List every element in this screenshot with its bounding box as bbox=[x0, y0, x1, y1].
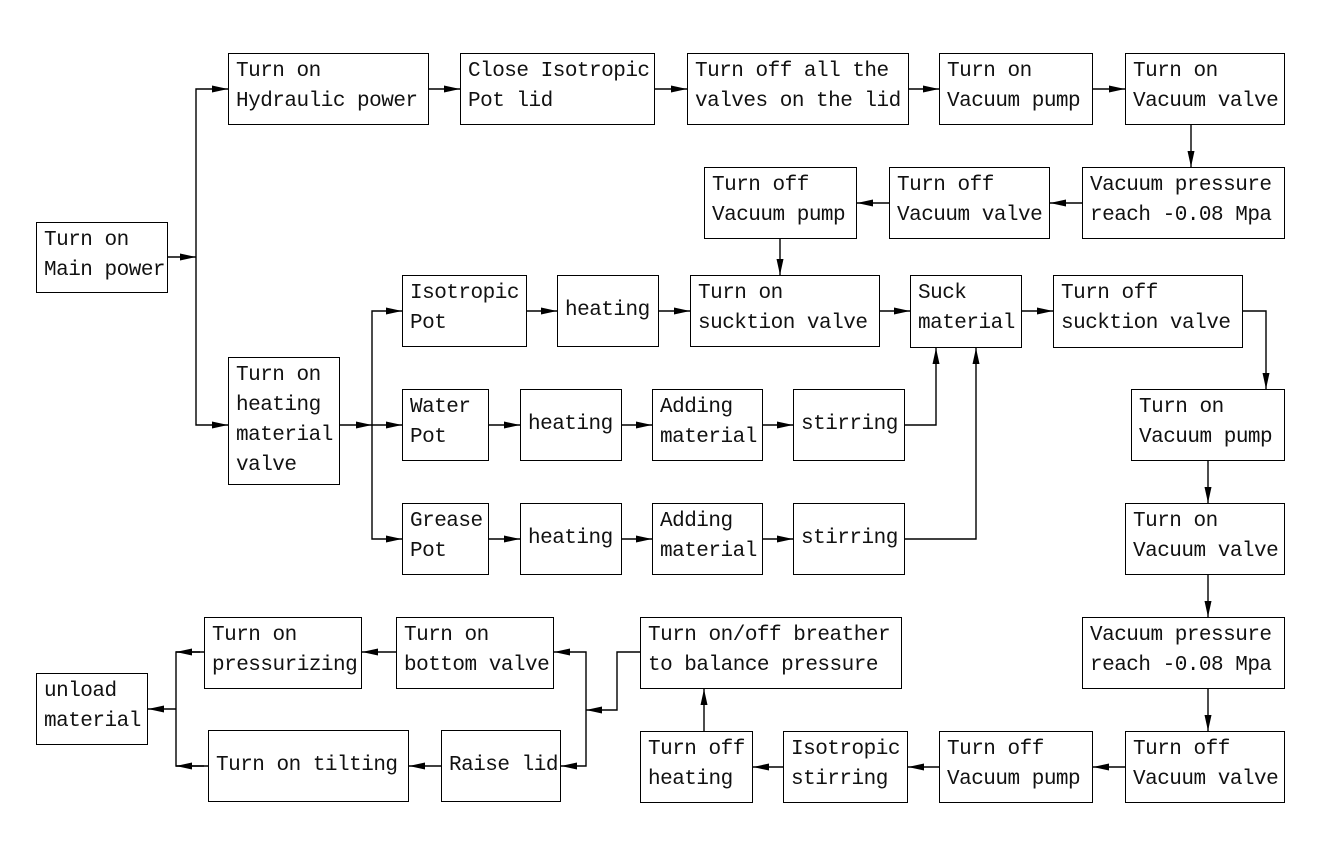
arrowhead bbox=[908, 763, 924, 771]
arrowhead bbox=[386, 535, 402, 543]
node-turn-on-main-power: Turn on Main power bbox=[36, 222, 168, 293]
edge-water-stir-suck bbox=[905, 348, 937, 426]
arrowhead bbox=[356, 421, 372, 429]
arrowhead bbox=[1262, 373, 1270, 389]
edge-to-heat-valve bbox=[195, 257, 228, 426]
node-grease-adding-material: Adding material bbox=[652, 503, 763, 575]
arrowhead bbox=[923, 85, 939, 93]
node-raise-lid: Raise lid bbox=[441, 730, 561, 802]
node-vacuum-pressure-1: Vacuum pressure reach -0.08 Mpa bbox=[1082, 167, 1285, 239]
arrowhead bbox=[212, 85, 228, 93]
edge-to-bottom-valve bbox=[554, 651, 587, 710]
edge-to-grease-pot bbox=[371, 425, 402, 540]
arrowhead bbox=[541, 307, 557, 315]
edge-pressurizing-join bbox=[175, 651, 204, 709]
node-turn-on-vacuum-valve-1: Turn on Vacuum valve bbox=[1125, 53, 1285, 125]
arrowhead bbox=[1050, 199, 1066, 207]
node-water-pot: Water Pot bbox=[402, 389, 489, 461]
node-vacuum-pressure-2: Vacuum pressure reach -0.08 Mpa bbox=[1082, 617, 1285, 689]
node-turn-off-heating: Turn off heating bbox=[640, 731, 753, 803]
node-breather-balance-pressure: Turn on/off breather to balance pressure bbox=[640, 617, 902, 689]
arrowhead bbox=[636, 535, 652, 543]
arrowhead bbox=[1037, 307, 1053, 315]
arrowhead bbox=[636, 421, 652, 429]
arrowhead bbox=[777, 421, 793, 429]
arrowhead bbox=[409, 762, 425, 770]
node-turn-off-sucktion-valve: Turn off sucktion valve bbox=[1053, 275, 1243, 348]
node-unload-material: unload material bbox=[36, 673, 148, 745]
node-turn-on-tilting: Turn on tilting bbox=[208, 730, 409, 802]
arrowhead bbox=[700, 689, 708, 705]
edge-to-hydraulic bbox=[195, 88, 228, 257]
node-turn-on-hydraulic-power: Turn on Hydraulic power bbox=[228, 53, 429, 125]
edge-breather-fork bbox=[586, 651, 640, 711]
node-turn-on-vacuum-pump-2: Turn on Vacuum pump bbox=[1131, 389, 1285, 461]
arrowhead bbox=[1204, 601, 1212, 617]
arrowhead bbox=[176, 648, 192, 656]
arrowhead bbox=[180, 253, 196, 261]
node-turn-on-heating-material-valve: Turn on heating material valve bbox=[228, 357, 340, 485]
arrowhead bbox=[1204, 487, 1212, 503]
edge-to-raise-lid bbox=[561, 710, 587, 767]
arrowhead bbox=[1109, 85, 1125, 93]
arrowhead bbox=[444, 85, 460, 93]
edge-suck-off-vpump2 bbox=[1243, 310, 1267, 389]
node-grease-pot: Grease Pot bbox=[402, 503, 489, 575]
node-close-isotropic-pot-lid: Close Isotropic Pot lid bbox=[460, 53, 655, 125]
arrowhead bbox=[561, 762, 577, 770]
arrowhead bbox=[777, 535, 793, 543]
node-water-adding-material: Adding material bbox=[652, 389, 763, 461]
arrowhead bbox=[212, 421, 228, 429]
arrowhead bbox=[776, 259, 784, 275]
node-turn-off-vacuum-pump-2: Turn off Vacuum pump bbox=[939, 731, 1093, 803]
node-isotropic-stirring: Isotropic stirring bbox=[783, 731, 908, 803]
node-turn-off-vacuum-valve-1: Turn off Vacuum valve bbox=[889, 167, 1050, 239]
arrowhead bbox=[1093, 763, 1109, 771]
arrowhead bbox=[504, 421, 520, 429]
node-water-stirring: stirring bbox=[793, 389, 905, 461]
arrowhead bbox=[386, 307, 402, 315]
node-turn-off-vacuum-pump-1: Turn off Vacuum pump bbox=[704, 167, 857, 239]
arrowhead bbox=[972, 348, 980, 364]
arrowhead bbox=[554, 648, 570, 656]
node-grease-stirring: stirring bbox=[793, 503, 905, 575]
arrowhead bbox=[753, 763, 769, 771]
node-turn-off-lid-valves: Turn off all the valves on the lid bbox=[687, 53, 909, 125]
arrowhead bbox=[504, 535, 520, 543]
edge-to-iso-pot bbox=[371, 310, 402, 425]
arrowhead bbox=[932, 348, 940, 364]
edge-grease-stir-suck bbox=[905, 348, 977, 540]
arrowhead bbox=[894, 307, 910, 315]
node-turn-on-pressurizing: Turn on pressurizing bbox=[204, 617, 362, 689]
edge-tilting-join bbox=[175, 709, 208, 767]
arrowhead bbox=[674, 307, 690, 315]
arrowhead bbox=[1187, 151, 1195, 167]
node-turn-on-bottom-valve: Turn on bottom valve bbox=[396, 617, 554, 689]
arrowhead bbox=[386, 421, 402, 429]
node-turn-on-sucktion-valve: Turn on sucktion valve bbox=[690, 275, 880, 347]
node-isotropic-pot: Isotropic Pot bbox=[402, 275, 527, 347]
arrowhead bbox=[148, 705, 164, 713]
arrowhead bbox=[1204, 715, 1212, 731]
flowchart-canvas: Turn on Main power Turn on Hydraulic pow… bbox=[0, 0, 1321, 850]
arrowhead bbox=[176, 762, 192, 770]
arrowhead bbox=[857, 199, 873, 207]
node-turn-on-vacuum-pump-1: Turn on Vacuum pump bbox=[939, 53, 1093, 125]
node-grease-heating: heating bbox=[520, 503, 622, 575]
arrowhead bbox=[586, 706, 602, 714]
node-isotropic-heating: heating bbox=[557, 275, 659, 347]
node-water-heating: heating bbox=[520, 389, 622, 461]
arrowhead bbox=[362, 648, 378, 656]
node-turn-off-vacuum-valve-2: Turn off Vacuum valve bbox=[1125, 731, 1285, 803]
arrowhead bbox=[671, 85, 687, 93]
node-suck-material: Suck material bbox=[910, 275, 1022, 348]
node-turn-on-vacuum-valve-2: Turn on Vacuum valve bbox=[1125, 503, 1285, 575]
